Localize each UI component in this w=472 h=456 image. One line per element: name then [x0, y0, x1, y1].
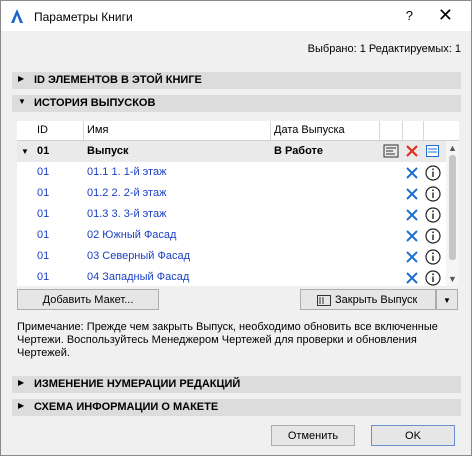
note-text: Примечание: Прежде чем закрыть Выпуск, н… — [17, 321, 438, 359]
layout-name: 01.2 2. 2-й этаж — [87, 187, 167, 199]
expand-right-icon: ▶ — [18, 401, 25, 410]
info-icon[interactable] — [425, 186, 441, 202]
ok-button[interactable]: OK — [371, 425, 455, 446]
book-settings-dialog: Параметры Книги ? ✕ Выбрано: 1 Редактиру… — [0, 0, 472, 456]
issue-group-row[interactable]: ▼ 01 Выпуск В Работе — [17, 141, 446, 162]
issue-layout-row[interactable]: 01 03 Северный Фасад — [17, 246, 446, 267]
scroll-up-icon[interactable]: ▲ — [448, 143, 457, 153]
issue-status-icon[interactable] — [383, 144, 399, 158]
layout-name: 01.1 1. 1-й этаж — [87, 166, 167, 178]
issue-layout-row[interactable]: 01 02 Южный Фасад — [17, 225, 446, 246]
layout-id: 01 — [37, 187, 50, 199]
collapse-down-icon[interactable]: ▼ — [21, 147, 29, 156]
section-renumbering-label: ИЗМЕНЕНИЕ НУМЕРАЦИИ РЕДАКЦИЙ — [34, 378, 241, 390]
remove-layout-icon[interactable] — [405, 229, 419, 243]
remove-layout-icon[interactable] — [405, 271, 419, 285]
window-title: Параметры Книги — [34, 10, 133, 24]
help-button[interactable]: ? — [406, 8, 413, 23]
info-icon[interactable] — [425, 270, 441, 286]
issue-layout-row[interactable]: 01 01.1 1. 1-й этаж — [17, 162, 446, 183]
layout-name: 01.3 3. 3-й этаж — [87, 208, 167, 220]
remove-layout-icon[interactable] — [405, 250, 419, 264]
info-icon[interactable] — [425, 165, 441, 181]
column-date-header[interactable]: Дата Выпуска — [274, 124, 345, 136]
issue-layout-row[interactable]: 01 04 Западный Фасад — [17, 267, 446, 286]
selection-info: Выбрано: 1 Редактируемых: 1 — [307, 43, 461, 55]
collapse-down-icon: ▼ — [18, 97, 26, 106]
close-button[interactable]: ✕ — [438, 5, 453, 26]
issue-layout-row[interactable]: 01 01.2 2. 2-й этаж — [17, 183, 446, 204]
scroll-down-icon[interactable]: ▼ — [448, 274, 457, 284]
column-id-header[interactable]: ID — [37, 124, 48, 136]
issues-table-header: ID Имя Дата Выпуска — [17, 121, 459, 141]
remove-layout-icon[interactable] — [405, 166, 419, 180]
add-layout-button[interactable]: Добавить Макет... — [17, 289, 159, 310]
section-history-header[interactable]: ▼ ИСТОРИЯ ВЫПУСКОВ — [12, 95, 461, 112]
archicad-logo-icon — [11, 9, 23, 23]
close-issue-button[interactable]: Закрыть Выпуск — [300, 289, 436, 310]
section-layout-info-header[interactable]: ▶ СХЕМА ИНФОРМАЦИИ О МАКЕТЕ — [12, 399, 461, 416]
expand-right-icon: ▶ — [18, 74, 25, 83]
info-icon[interactable] — [425, 249, 441, 265]
layout-id: 01 — [37, 271, 50, 283]
group-name: Выпуск — [87, 145, 129, 157]
layout-id: 01 — [37, 229, 50, 241]
grid-scrollbar[interactable]: ▲ ▼ — [446, 141, 459, 286]
layout-id: 01 — [37, 166, 50, 178]
close-issue-label: Закрыть Выпуск — [335, 294, 418, 306]
layout-name: 03 Северный Фасад — [87, 250, 191, 262]
issue-layout-row[interactable]: 01 01.3 3. 3-й этаж — [17, 204, 446, 225]
layout-id: 01 — [37, 250, 50, 262]
scroll-thumb[interactable] — [449, 155, 456, 260]
title-bar: Параметры Книги ? ✕ — [1, 1, 471, 31]
section-layout-info-label: СХЕМА ИНФОРМАЦИИ О МАКЕТЕ — [34, 401, 219, 413]
group-date: В Работе — [274, 145, 324, 157]
cancel-button[interactable]: Отменить — [271, 425, 355, 446]
close-issue-icon — [317, 295, 331, 306]
delete-issue-icon[interactable] — [405, 144, 419, 158]
column-name-header[interactable]: Имя — [87, 124, 108, 136]
remove-layout-icon[interactable] — [405, 208, 419, 222]
info-icon[interactable] — [425, 228, 441, 244]
section-ids-label: ID ЭЛЕМЕНТОВ В ЭТОЙ КНИГЕ — [34, 74, 202, 86]
chevron-down-icon: ▼ — [443, 296, 451, 305]
properties-icon[interactable] — [426, 145, 439, 157]
layout-name: 02 Южный Фасад — [87, 229, 177, 241]
layout-name: 04 Западный Фасад — [87, 271, 190, 283]
group-id: 01 — [37, 145, 50, 157]
expand-right-icon: ▶ — [18, 378, 25, 387]
layout-id: 01 — [37, 208, 50, 220]
issues-grid: ▼ 01 Выпуск В Работе 01 01.1 1. 1-й этаж — [17, 141, 446, 286]
section-renumbering-header[interactable]: ▶ ИЗМЕНЕНИЕ НУМЕРАЦИИ РЕДАКЦИЙ — [12, 376, 461, 393]
section-history-label: ИСТОРИЯ ВЫПУСКОВ — [34, 97, 156, 109]
section-ids-header[interactable]: ▶ ID ЭЛЕМЕНТОВ В ЭТОЙ КНИГЕ — [12, 72, 461, 89]
remove-layout-icon[interactable] — [405, 187, 419, 201]
info-icon[interactable] — [425, 207, 441, 223]
close-issue-dropdown[interactable]: ▼ — [436, 289, 458, 310]
